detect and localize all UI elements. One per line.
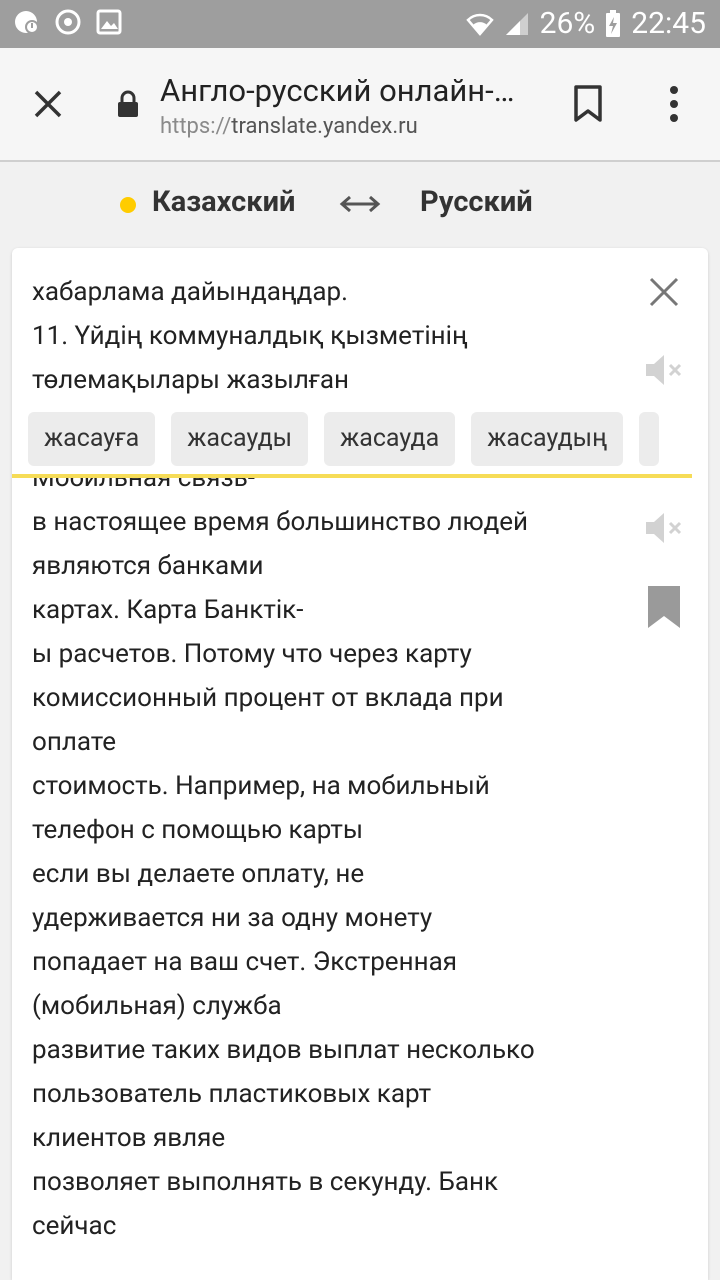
result-line: являются банками <box>32 551 264 581</box>
suggestion-chip[interactable]: жасауда <box>324 412 456 466</box>
source-line: төлемақылары жазылған <box>32 365 349 395</box>
browser-toolbar: Англо-русский онлайн-… https://translate… <box>0 48 720 162</box>
bookmark-button[interactable] <box>572 84 604 128</box>
battery-icon <box>605 9 621 38</box>
signal-icon <box>504 11 530 37</box>
source-language-button[interactable]: Казахский <box>152 185 295 219</box>
result-line: (мобильная) служба <box>32 991 282 1021</box>
listen-translation-button[interactable] <box>644 510 684 550</box>
result-line: развитие таких видов выплат несколько <box>32 1035 535 1065</box>
bookmark-icon <box>574 85 602 122</box>
speaker-muted-icon <box>646 355 682 385</box>
result-line: клиентов являе <box>32 1123 226 1153</box>
save-translation-button[interactable] <box>648 586 680 632</box>
swap-languages-button[interactable] <box>338 192 382 220</box>
suggestion-chip-more[interactable] <box>639 412 660 466</box>
suggestion-chips: жасауға жасауды жасауда жасаудың <box>28 412 660 466</box>
source-language-dot <box>120 197 136 213</box>
result-line: оплате <box>32 727 117 757</box>
result-line: комиссионный процент от вклада при <box>32 683 504 713</box>
suggestion-chip[interactable]: жасаудың <box>471 412 624 466</box>
wifi-icon <box>465 10 494 38</box>
result-line: сейчас <box>32 1211 117 1241</box>
suggestion-chip[interactable]: жасауды <box>171 412 309 466</box>
source-text-input[interactable]: хабарлама дайындаңдар. 11. Үйдің коммуна… <box>32 270 632 402</box>
url-scheme: https:// <box>160 114 232 139</box>
result-line: если вы делаете оплату, не <box>32 859 365 889</box>
translation-result: Мобильная связь- в настоящее время больш… <box>12 478 708 1280</box>
translation-text: Мобильная связь- в настоящее время больш… <box>32 478 632 1248</box>
lock-icon <box>116 90 140 122</box>
source-line: хабарлама дайындаңдар. <box>32 277 348 307</box>
page-title[interactable]: Англо-русский онлайн-… <box>160 72 515 109</box>
sync-icon <box>54 8 82 36</box>
speaker-muted-icon <box>646 513 682 543</box>
status-bar: 26% 22:45 <box>0 0 720 48</box>
result-line: позволяет выполнять в секунду. Банк <box>32 1167 499 1197</box>
gallery-icon <box>96 9 122 35</box>
overflow-menu-button[interactable] <box>660 82 688 130</box>
result-line: попадает на ваш счет. Экстренная <box>32 947 457 977</box>
result-line: удерживается ни за одну монету <box>32 903 433 933</box>
swap-arrows-icon <box>339 195 381 213</box>
close-tab-button[interactable] <box>30 86 66 122</box>
result-line: Мобильная связь- <box>32 478 255 493</box>
result-line: стоимость. Например, на мобильный <box>32 771 490 801</box>
clock: 22:45 <box>631 6 706 41</box>
result-line: ы расчетов. Потому что через карту <box>32 639 472 669</box>
notification-icon <box>12 8 40 36</box>
more-vert-icon <box>670 86 678 122</box>
page-url[interactable]: https://translate.yandex.ru <box>160 114 418 139</box>
result-line: телефон с помощью карты <box>32 815 364 845</box>
translation-card: хабарлама дайындаңдар. 11. Үйдің коммуна… <box>12 248 708 1280</box>
listen-source-button[interactable] <box>644 352 684 392</box>
clear-text-button[interactable] <box>648 276 680 312</box>
target-language-button[interactable]: Русский <box>420 185 533 219</box>
url-host: translate.yandex.ru <box>231 114 418 139</box>
result-line: в настоящее время большинство людей <box>32 507 529 537</box>
bookmark-filled-icon <box>648 586 680 628</box>
battery-percent: 26% <box>539 6 596 41</box>
suggestion-chip[interactable]: жасауға <box>28 412 156 466</box>
close-icon <box>34 90 62 118</box>
clear-icon <box>649 277 679 307</box>
result-line: пользователь пластиковых карт <box>32 1079 432 1109</box>
language-bar: Казахский Русский <box>0 162 720 246</box>
result-line: картах. Карта Банктік- <box>32 595 304 625</box>
source-line: 11. Үйдің коммуналдық қызметінің <box>32 321 468 351</box>
